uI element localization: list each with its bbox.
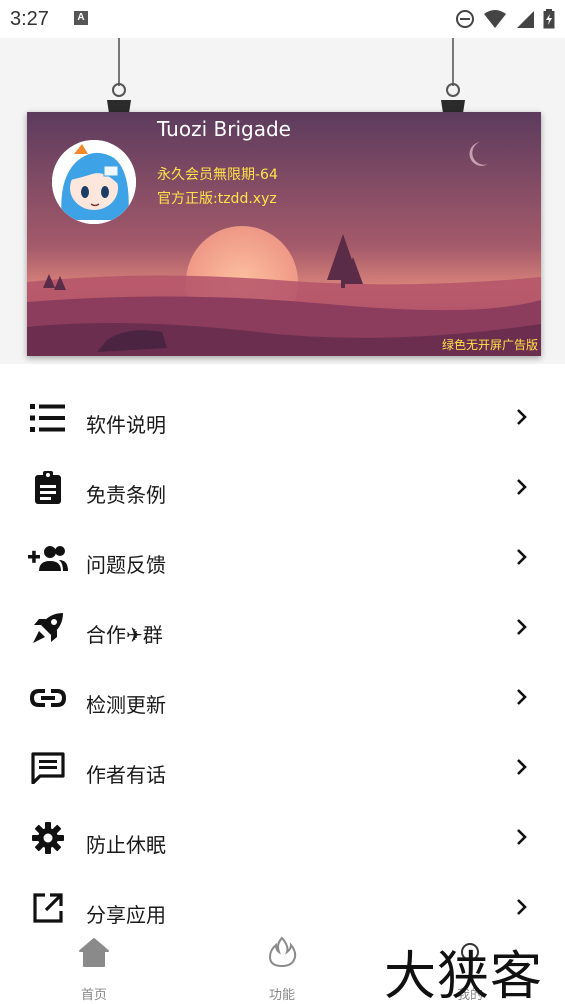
anime-avatar-image (52, 140, 136, 224)
ad-free-note: 绿色无开屏广告版 (441, 338, 538, 352)
settings-menu: 软件说明 免责条例 问题反馈 合作✈群 检测更新 作者有话 防止休眠 分享应用 (0, 384, 565, 944)
gear-icon (28, 821, 68, 855)
flame-icon (268, 936, 297, 968)
user-name: Tuozi Brigade (157, 117, 291, 141)
watermark-text: 大狭客 (384, 947, 544, 1004)
notification-icon: A (74, 11, 88, 25)
tab-label: 功能 (268, 988, 295, 1003)
profile-card[interactable]: Tuozi Brigade 永久会员無限期-64 官方正版:tzdd.xyz 绿… (27, 112, 541, 356)
tab-label: 首页 (80, 988, 107, 1003)
profile-banner: Tuozi Brigade 永久会员無限期-64 官方正版:tzdd.xyz 绿… (0, 38, 565, 364)
add-person-icon (28, 541, 68, 575)
chevron-right-icon (517, 689, 527, 705)
status-bar: 3:27 A (0, 0, 565, 38)
list-icon (28, 401, 68, 435)
tab-home[interactable]: 首页 (0, 928, 188, 1004)
link-icon (28, 681, 68, 715)
menu-item-disclaimer[interactable]: 免责条例 (0, 454, 565, 524)
status-icons (455, 8, 555, 30)
membership-status: 永久会员無限期-64 (157, 167, 278, 183)
rocket-icon (28, 611, 68, 645)
chevron-right-icon (517, 549, 527, 565)
menu-label: 软件说明 (86, 413, 166, 437)
clipboard-icon (28, 471, 68, 505)
chevron-right-icon (517, 479, 527, 495)
avatar[interactable] (52, 140, 136, 224)
menu-item-feedback[interactable]: 问题反馈 (0, 524, 565, 594)
home-icon (79, 938, 109, 967)
chevron-right-icon (517, 409, 527, 425)
menu-label: 问题反馈 (86, 553, 166, 577)
chevron-right-icon (517, 829, 527, 845)
chevron-right-icon (517, 899, 527, 915)
open-external-icon (28, 891, 68, 925)
menu-label: 合作✈群 (86, 623, 163, 647)
official-site: 官方正版:tzdd.xyz (157, 191, 277, 207)
signal-icon (517, 11, 534, 28)
do-not-disturb-icon (456, 10, 474, 28)
battery-icon (543, 9, 555, 29)
menu-item-software-info[interactable]: 软件说明 (0, 384, 565, 454)
status-time: 3:27 (10, 8, 49, 30)
menu-item-author-notes[interactable]: 作者有话 (0, 734, 565, 804)
menu-label: 免责条例 (86, 483, 166, 507)
menu-item-cooperation-group[interactable]: 合作✈群 (0, 594, 565, 664)
menu-label: 防止休眠 (86, 833, 166, 857)
menu-label: 分享应用 (86, 903, 166, 927)
menu-item-prevent-sleep[interactable]: 防止休眠 (0, 804, 565, 874)
wifi-icon (484, 10, 506, 28)
message-icon (28, 751, 68, 785)
tab-features[interactable]: 功能 (188, 928, 376, 1004)
menu-label: 检测更新 (86, 693, 166, 717)
menu-item-check-update[interactable]: 检测更新 (0, 664, 565, 734)
menu-label: 作者有话 (86, 763, 166, 787)
chevron-right-icon (517, 619, 527, 635)
chevron-right-icon (517, 759, 527, 775)
